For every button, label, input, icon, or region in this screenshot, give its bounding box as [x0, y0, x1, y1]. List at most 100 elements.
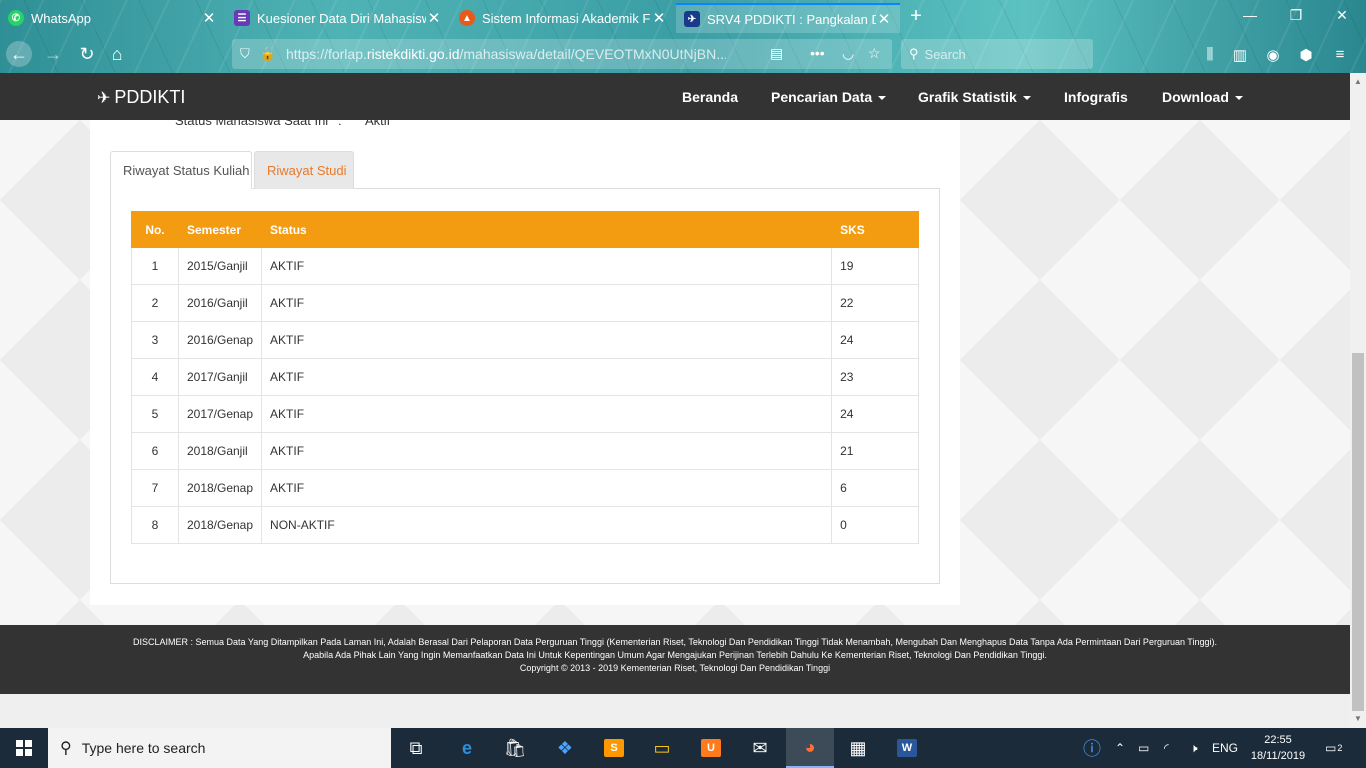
browser-tab-whatsapp[interactable]: ✆ WhatsApp ✕ — [0, 3, 225, 33]
cell-semester: 2017/Genap — [177, 395, 263, 433]
firefox-icon[interactable]: ◕ — [786, 728, 834, 768]
notification-count: 2 — [1337, 743, 1343, 753]
clock-time: 22:55 — [1264, 734, 1292, 746]
header-semester: Semester — [177, 211, 263, 248]
home-button[interactable]: ⌂ — [104, 41, 130, 67]
scrollbar-thumb[interactable] — [1352, 353, 1364, 711]
edge-icon[interactable]: e — [443, 728, 491, 768]
cell-status: AKTIF — [261, 247, 833, 285]
search-icon: ⚲ — [60, 740, 72, 757]
clock-date: 18/11/2019 — [1250, 750, 1306, 762]
close-tab-icon[interactable]: ✕ — [651, 9, 667, 27]
shield-icon[interactable]: ⛉ — [240, 46, 250, 62]
taskbar-search[interactable]: ⚲ — [48, 728, 391, 768]
cell-semester: 2018/Ganjil — [177, 432, 263, 470]
tab-riwayat-studi[interactable]: Riwayat Studi — [254, 151, 354, 189]
library-icon[interactable]: ⫼ — [1200, 46, 1220, 63]
calculator-icon[interactable]: ▦ — [834, 728, 882, 768]
uc-browser-icon[interactable]: U — [687, 728, 735, 768]
cell-sks: 6 — [831, 469, 919, 507]
vertical-scrollbar[interactable]: ▲ ▼ — [1350, 73, 1366, 728]
graduation-cap-icon: ▲ — [459, 10, 475, 26]
menu-icon[interactable]: ≡ — [1330, 46, 1350, 63]
sublime-icon[interactable]: S — [590, 728, 638, 768]
reload-button[interactable]: ↻ — [74, 41, 100, 67]
wifi-icon[interactable]: ◜ — [1164, 728, 1169, 768]
table-row: 8 2018/Genap NON-AKTIF 0 — [131, 506, 919, 544]
site-logo[interactable]: ✈ PDDIKTI — [97, 87, 185, 108]
cell-status: AKTIF — [261, 469, 833, 507]
menu-infografis[interactable]: Infografis — [1064, 89, 1128, 105]
dropbox-icon[interactable]: ❖ — [541, 728, 589, 768]
forms-icon: ☰ — [234, 10, 250, 26]
menu-download[interactable]: Download — [1162, 89, 1243, 105]
page-actions-icon[interactable]: ••• — [810, 45, 825, 61]
menu-beranda[interactable]: Beranda — [682, 89, 738, 105]
tab-riwayat-status-kuliah[interactable]: Riwayat Status Kuliah — [110, 151, 252, 189]
caret-down-icon — [1234, 96, 1243, 101]
help-icon[interactable]: ⓘ — [1083, 728, 1101, 768]
task-view-icon[interactable]: ⧉ — [392, 728, 440, 768]
cell-status: AKTIF — [261, 284, 833, 322]
cell-semester: 2016/Ganjil — [177, 284, 263, 322]
clock[interactable]: 22:55 18/11/2019 — [1244, 732, 1312, 764]
back-button[interactable]: ← — [6, 41, 32, 67]
menu-pencarian-data[interactable]: Pencarian Data — [771, 89, 887, 105]
table-row: 7 2018/Genap AKTIF 6 — [131, 469, 919, 507]
bookmark-star-icon[interactable]: ☆ — [868, 45, 881, 62]
close-tab-icon[interactable]: ✕ — [201, 9, 217, 27]
language-indicator[interactable]: ENG — [1212, 728, 1238, 768]
restore-button[interactable]: ❐ — [1286, 7, 1306, 24]
cell-semester: 2017/Ganjil — [177, 358, 263, 396]
mail-icon[interactable]: ✉ — [736, 728, 784, 768]
browser-tab-pddikti[interactable]: ✈ SRV4 PDDIKTI : Pangkalan Data ✕ — [676, 3, 900, 33]
scroll-up-icon[interactable]: ▲ — [1350, 77, 1366, 86]
battery-icon[interactable]: ▭ — [1138, 728, 1149, 768]
taskbar-search-input[interactable] — [81, 740, 362, 756]
extension-icon[interactable]: ⬢ — [1296, 46, 1316, 64]
cell-no: 4 — [131, 358, 179, 396]
close-window-button[interactable]: ✕ — [1332, 7, 1352, 24]
cell-status: AKTIF — [261, 432, 833, 470]
browser-chrome: ✆ WhatsApp ✕ ☰ Kuesioner Data Diri Mahas… — [0, 0, 1366, 73]
minimize-button[interactable]: — — [1240, 7, 1260, 23]
account-icon[interactable]: ◉ — [1263, 46, 1283, 64]
lock-icon[interactable]: 🔒 — [260, 46, 276, 62]
pddikti-logo-icon: ✈ — [97, 89, 111, 107]
close-tab-icon[interactable]: ✕ — [426, 9, 442, 27]
show-hidden-icons[interactable]: ⌃ — [1115, 728, 1125, 768]
store-icon[interactable]: 🛍 — [491, 728, 539, 768]
disclaimer-text: DISCLAIMER : Semua Data Yang Ditampilkan… — [133, 637, 1217, 647]
sidebar-icon[interactable]: ▥ — [1230, 46, 1250, 64]
table-row: 6 2018/Ganjil AKTIF 21 — [131, 432, 919, 470]
start-button[interactable] — [0, 728, 48, 768]
table-header-row: No. Semester Status SKS — [131, 211, 919, 248]
word-icon[interactable]: W — [883, 728, 931, 768]
file-explorer-icon[interactable]: ▭ — [638, 728, 686, 768]
cell-no: 7 — [131, 469, 179, 507]
cell-status: AKTIF — [261, 321, 833, 359]
url-text[interactable]: https://forlap.ristekdikti.go.id/mahasis… — [286, 46, 726, 62]
forward-button[interactable]: → — [40, 41, 66, 67]
cell-no: 3 — [131, 321, 179, 359]
browser-tab-kuesioner[interactable]: ☰ Kuesioner Data Diri Mahasiswa ✕ — [226, 3, 450, 33]
scroll-down-icon[interactable]: ▼ — [1350, 714, 1366, 723]
page-bottom-area — [0, 694, 1350, 728]
copyright-text: Copyright © 2013 - 2019 Kementerian Rise… — [519, 663, 831, 673]
close-tab-icon[interactable]: ✕ — [876, 10, 892, 28]
reader-view-icon[interactable]: ▤ — [770, 45, 783, 62]
student-status-separator: : — [338, 113, 342, 128]
pocket-icon[interactable]: ◡ — [842, 45, 854, 62]
table-row: 4 2017/Ganjil AKTIF 23 — [131, 358, 919, 396]
menu-grafik-statistik[interactable]: Grafik Statistik — [918, 89, 1031, 105]
cell-status: NON-AKTIF — [261, 506, 833, 544]
search-input[interactable] — [924, 46, 1075, 62]
tab-bar: ✆ WhatsApp ✕ ☰ Kuesioner Data Diri Mahas… — [0, 0, 1366, 35]
url-bar[interactable]: ⛉ 🔒 https://forlap.ristekdikti.go.id/mah… — [232, 39, 892, 69]
browser-tab-siakad[interactable]: ▲ Sistem Informasi Akademik Fa ✕ — [451, 3, 675, 33]
cell-sks: 21 — [831, 432, 919, 470]
notification-center[interactable]: ▭ 2 — [1325, 728, 1342, 768]
new-tab-button[interactable]: + — [906, 5, 926, 28]
search-box[interactable]: ⚲ — [901, 39, 1093, 69]
volume-icon[interactable]: 🕨 — [1190, 728, 1198, 768]
